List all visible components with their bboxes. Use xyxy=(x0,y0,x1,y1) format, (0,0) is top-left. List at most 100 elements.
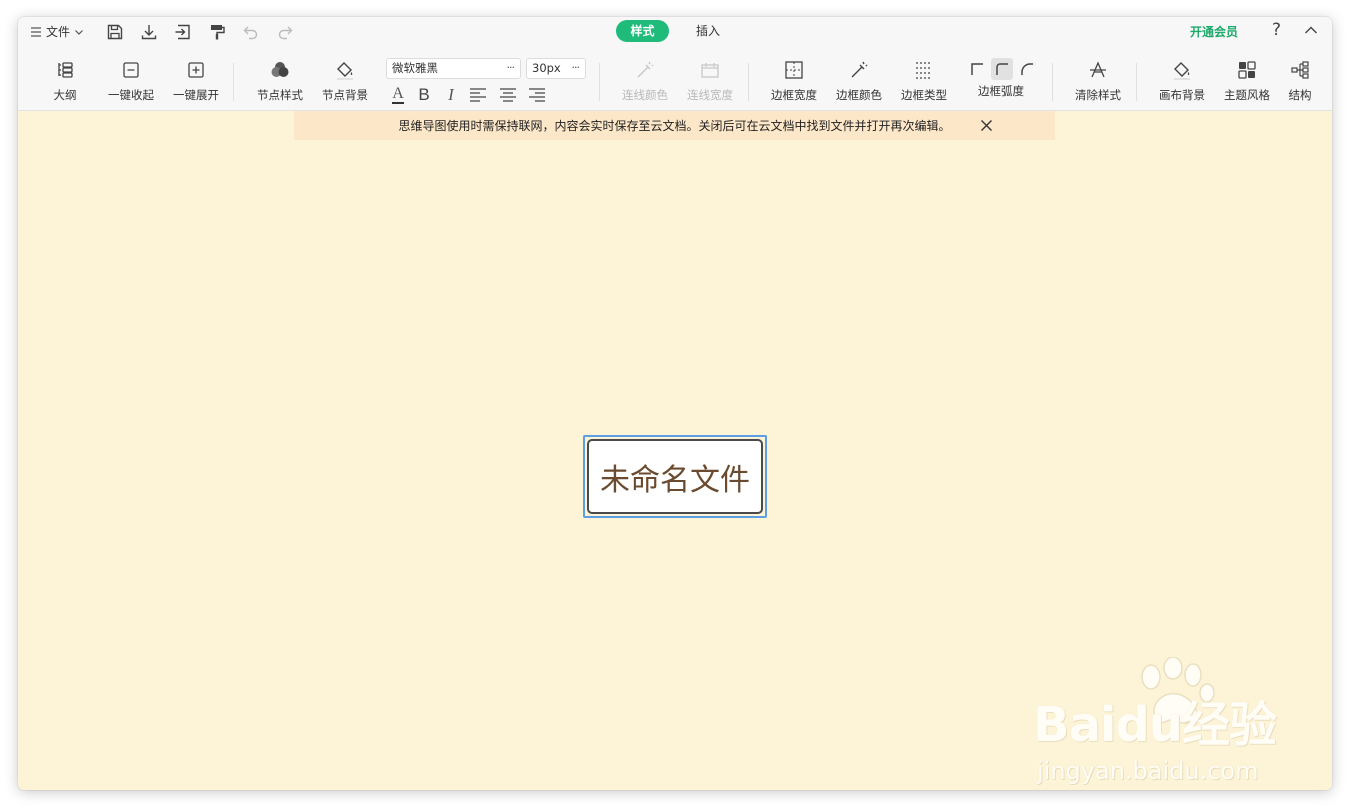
chevron-down-icon xyxy=(75,29,83,35)
align-left-icon xyxy=(470,88,486,102)
font-color-button[interactable]: A xyxy=(388,84,408,106)
font-size-value: 30px xyxy=(532,61,561,75)
divider xyxy=(599,63,600,101)
mindmap-window: 文件 样式 插入 开通会员 ? 大纲 一键收起 一键展开 节点样式 节点背景 微… xyxy=(18,17,1332,790)
radius-square-option[interactable] xyxy=(966,58,988,80)
watermark-url: jingyan.baidu.com xyxy=(1037,757,1259,785)
help-icon[interactable]: ? xyxy=(1272,20,1281,40)
root-node[interactable]: 未命名文件 xyxy=(587,439,763,514)
border-color-icon xyxy=(848,59,870,81)
bold-button[interactable]: B xyxy=(414,84,434,106)
align-right-icon xyxy=(529,88,545,102)
border-width-label: 边框宽度 xyxy=(771,88,817,102)
font-family-select[interactable]: 微软雅黑 ··· xyxy=(386,58,521,79)
collapse-all-button[interactable]: 一键收起 xyxy=(101,59,161,103)
canvas-background-button[interactable]: 画布背景 xyxy=(1152,59,1212,103)
radius-medium-option[interactable] xyxy=(991,58,1013,80)
expand-all-button[interactable]: 一键展开 xyxy=(166,59,226,103)
save-icon[interactable] xyxy=(105,22,125,42)
notice-text: 思维导图使用时需保持联网，内容会实时保存至云文档。关闭后可在云文档中找到文件并打… xyxy=(398,119,951,133)
line-width-label: 连线宽度 xyxy=(687,88,733,102)
clear-style-icon xyxy=(1087,59,1109,81)
export-icon[interactable] xyxy=(173,22,193,42)
border-type-icon xyxy=(913,59,935,81)
collapse-all-label: 一键收起 xyxy=(108,88,154,102)
divider xyxy=(1136,63,1137,101)
title-row: 文件 样式 插入 开通会员 ? xyxy=(18,17,1332,47)
border-radius-label-group: 边框弧度 xyxy=(971,83,1031,99)
node-style-button[interactable]: 节点样式 xyxy=(250,59,310,103)
theme-style-label: 主题风格 xyxy=(1224,88,1270,102)
corner-round-icon xyxy=(1021,63,1033,75)
canvas-background-label: 画布背景 xyxy=(1159,88,1205,102)
clear-style-label: 清除样式 xyxy=(1075,88,1121,102)
line-color-icon xyxy=(634,59,656,81)
border-width-button[interactable]: 边框宽度 xyxy=(764,59,824,103)
close-icon[interactable] xyxy=(980,119,993,132)
divider xyxy=(748,63,749,101)
italic-button[interactable]: I xyxy=(441,84,461,106)
paint-bucket-icon xyxy=(334,59,356,81)
corner-rounded-icon xyxy=(996,63,1008,75)
download-icon[interactable] xyxy=(139,22,159,42)
redo-icon[interactable] xyxy=(275,22,295,42)
chevron-up-icon[interactable] xyxy=(1303,22,1321,40)
outline-label: 大纲 xyxy=(53,88,77,102)
tab-insert[interactable]: 插入 xyxy=(688,20,728,42)
border-type-label: 边框类型 xyxy=(901,88,947,102)
border-radius-label: 边框弧度 xyxy=(978,84,1024,98)
align-center-button[interactable] xyxy=(498,84,518,106)
menu-icon xyxy=(31,26,41,37)
theme-icon xyxy=(1236,59,1258,81)
paint-bucket-icon xyxy=(1171,59,1193,81)
root-node-text: 未命名文件 xyxy=(600,462,750,498)
clear-style-button[interactable]: 清除样式 xyxy=(1068,59,1128,103)
expand-all-label: 一键展开 xyxy=(173,88,219,102)
italic-icon: I xyxy=(448,85,454,104)
node-background-button[interactable]: 节点背景 xyxy=(315,59,375,103)
line-color-button[interactable]: 连线颜色 xyxy=(615,59,675,103)
structure-button[interactable]: 结构 xyxy=(1270,59,1330,103)
border-color-label: 边框颜色 xyxy=(836,88,882,102)
line-width-icon xyxy=(699,59,721,81)
line-color-label: 连线颜色 xyxy=(622,88,668,102)
minus-square-icon xyxy=(120,59,142,81)
structure-icon xyxy=(1289,59,1311,81)
align-left-button[interactable] xyxy=(468,84,488,106)
format-painter-icon[interactable] xyxy=(207,22,227,42)
font-family-value: 微软雅黑 xyxy=(392,61,438,75)
border-type-button[interactable]: 边框类型 xyxy=(894,59,954,103)
tab-style[interactable]: 样式 xyxy=(616,20,669,42)
undo-icon[interactable] xyxy=(241,22,261,42)
more-icon: ··· xyxy=(506,61,515,74)
line-width-button[interactable]: 连线宽度 xyxy=(680,59,740,103)
border-width-icon xyxy=(783,59,805,81)
file-menu-label: 文件 xyxy=(46,25,71,39)
font-size-select[interactable]: 30px ··· xyxy=(526,58,586,79)
outline-button[interactable]: 大纲 xyxy=(35,59,95,103)
radius-round-option[interactable] xyxy=(1016,58,1038,80)
toolbar-area: 文件 样式 插入 开通会员 ? 大纲 一键收起 一键展开 节点样式 节点背景 微… xyxy=(18,17,1332,111)
align-center-icon xyxy=(500,88,516,102)
node-style-label: 节点样式 xyxy=(257,88,303,102)
corner-square-icon xyxy=(971,63,983,75)
divider xyxy=(1052,63,1053,101)
file-menu[interactable]: 文件 xyxy=(30,23,84,40)
border-color-button[interactable]: 边框颜色 xyxy=(829,59,889,103)
bold-icon: B xyxy=(418,85,430,104)
watermark-brand: Baidu经验 xyxy=(1033,697,1277,753)
node-style-icon xyxy=(269,59,291,81)
notice-banner: 思维导图使用时需保持联网，内容会实时保存至云文档。关闭后可在云文档中找到文件并打… xyxy=(294,111,1055,140)
theme-style-button[interactable]: 主题风格 xyxy=(1217,59,1277,103)
root-node-selection[interactable]: 未命名文件 xyxy=(583,435,767,518)
more-icon: ··· xyxy=(571,61,580,74)
divider xyxy=(233,63,234,101)
watermark: Baidu经验 jingyan.baidu.com xyxy=(1033,657,1293,785)
structure-label: 结构 xyxy=(1288,88,1312,102)
outline-icon xyxy=(54,59,76,81)
font-color-icon: A xyxy=(392,85,404,104)
plus-square-icon xyxy=(185,59,207,81)
vip-button[interactable]: 开通会员 xyxy=(1190,23,1238,40)
node-background-label: 节点背景 xyxy=(322,88,368,102)
align-right-button[interactable] xyxy=(527,84,547,106)
